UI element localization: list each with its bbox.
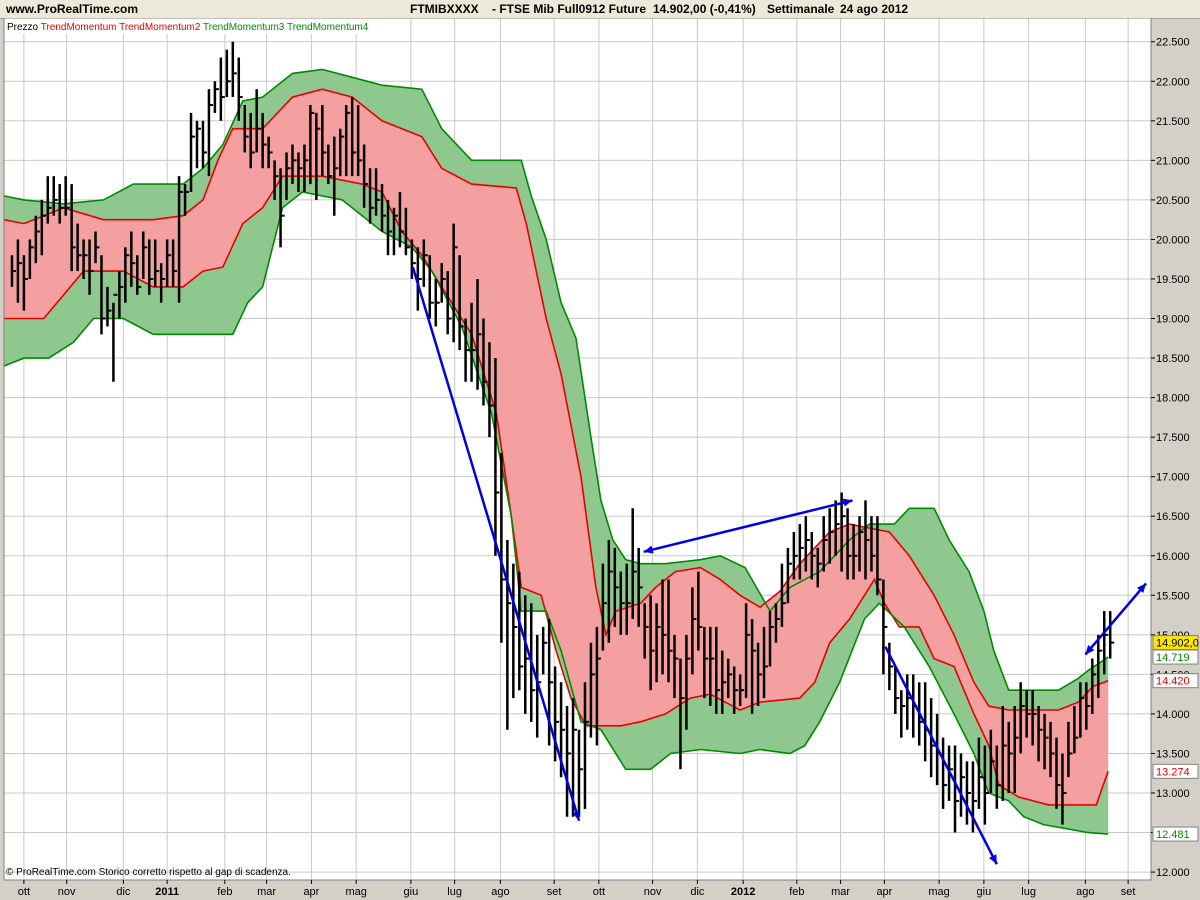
- x-tick-label: lug: [1021, 886, 1036, 898]
- date-label: 24 ago 2012: [840, 2, 909, 16]
- y-axis: 12.00012.50013.00013.50014.00014.50015.0…: [1151, 37, 1190, 879]
- current-value-label: 12.481: [1152, 826, 1199, 842]
- current-value-labels: 14.902,0 14.719 14.420 13.274 12.481: [1152, 635, 1199, 842]
- y-tick-label: 22.500: [1156, 37, 1190, 49]
- legend-item[interactable]: TrendMomentum2: [117, 22, 201, 33]
- y-tick-label: 17.000: [1156, 472, 1190, 484]
- x-tick-label: set: [1121, 886, 1136, 898]
- x-tick-label: giu: [977, 886, 992, 898]
- y-tick-label: 12.000: [1156, 867, 1190, 879]
- x-tick-label: ott: [18, 886, 30, 898]
- x-tick-label: giu: [404, 886, 419, 898]
- current-value-label: 13.274: [1152, 763, 1199, 779]
- value-label-text: 13.274: [1156, 766, 1190, 778]
- y-tick-label: 21.000: [1156, 155, 1190, 167]
- y-tick-label: 16.500: [1156, 511, 1190, 523]
- legend-item[interactable]: TrendMomentum: [38, 22, 116, 33]
- x-tick-label: nov: [58, 886, 76, 898]
- x-tick-label: mar: [831, 886, 850, 898]
- y-tick-label: 15.500: [1156, 590, 1190, 602]
- y-tick-label: 22.000: [1156, 76, 1190, 88]
- y-tick-label: 17.500: [1156, 432, 1190, 444]
- y-tick-label: 20.000: [1156, 234, 1190, 246]
- price-change: 14.902,00 (-0,41%): [653, 2, 756, 16]
- x-tick-label: lug: [447, 886, 462, 898]
- current-value-label: 14.902,0: [1152, 635, 1199, 651]
- title-bar: www.ProRealTime.com FTMIBXXXX - FTSE Mib…: [0, 0, 1200, 19]
- x-tick-label: nov: [644, 886, 662, 898]
- x-tick-label: dic: [116, 886, 131, 898]
- value-label-text: 14.902,0: [1156, 638, 1199, 650]
- footer-note: © ProRealTime.com Storico corretto rispe…: [6, 867, 291, 878]
- site-name[interactable]: www.ProRealTime.com: [6, 2, 138, 16]
- period-label: Settimanale: [767, 2, 835, 16]
- legend: Prezzo TrendMomentum TrendMomentum2 Tren…: [5, 19, 393, 34]
- x-tick-label: apr: [303, 886, 319, 898]
- current-value-label: 14.719: [1152, 649, 1199, 665]
- x-tick-label: 2011: [155, 886, 179, 898]
- x-tick-label: 2012: [731, 886, 755, 898]
- legend-text: Prezzo TrendMomentum TrendMomentum2 Tren…: [7, 22, 369, 33]
- y-tick-label: 18.000: [1156, 393, 1190, 405]
- x-axis: ott nov dic 2011 feb mar apr mag giu lug ago set ott…: [18, 880, 1136, 898]
- value-label-text: 14.420: [1156, 676, 1190, 688]
- x-tick-label: mag: [345, 886, 366, 898]
- x-tick-label: ago: [1076, 886, 1094, 898]
- chart-window: www.ProRealTime.com FTMIBXXXX - FTSE Mib…: [0, 0, 1200, 900]
- x-tick-label: ott: [593, 886, 605, 898]
- legend-item[interactable]: TrendMomentum4: [284, 22, 368, 33]
- y-tick-label: 16.000: [1156, 551, 1190, 563]
- y-tick-label: 13.000: [1156, 788, 1190, 800]
- x-tick-label: ago: [491, 886, 509, 898]
- value-label-text: 12.481: [1156, 829, 1190, 841]
- x-tick-label: mag: [928, 886, 949, 898]
- instrument-description: - FTSE Mib Full0912 Future: [492, 2, 647, 16]
- y-tick-label: 19.500: [1156, 274, 1190, 286]
- x-tick-label: dic: [690, 886, 705, 898]
- y-tick-label: 21.500: [1156, 116, 1190, 128]
- legend-item[interactable]: TrendMomentum3: [200, 22, 284, 33]
- y-tick-label: 19.000: [1156, 314, 1190, 326]
- value-label-text: 14.719: [1156, 652, 1190, 664]
- y-tick-label: 14.000: [1156, 709, 1190, 721]
- instrument-code: FTMIBXXXX: [410, 2, 479, 16]
- y-tick-label: 13.500: [1156, 748, 1190, 760]
- x-tick-label: apr: [876, 886, 892, 898]
- x-tick-label: feb: [789, 886, 804, 898]
- y-tick-label: 18.500: [1156, 353, 1190, 365]
- current-value-label: 14.420: [1152, 673, 1199, 689]
- x-tick-label: set: [547, 886, 562, 898]
- legend-item[interactable]: Prezzo: [7, 22, 39, 33]
- price-chart[interactable]: 12.00012.50013.00013.50014.00014.50015.0…: [0, 18, 1200, 900]
- x-tick-label: feb: [217, 886, 232, 898]
- x-tick-label: mar: [257, 886, 276, 898]
- y-tick-label: 20.500: [1156, 195, 1190, 207]
